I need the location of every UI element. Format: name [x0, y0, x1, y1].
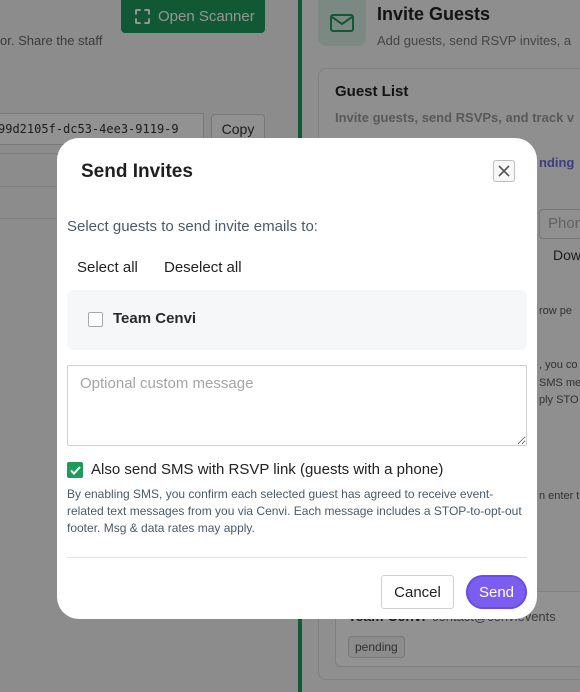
deselect-all-button[interactable]: Deselect all	[164, 259, 242, 276]
cancel-button[interactable]: Cancel	[381, 575, 454, 609]
send-button[interactable]: Send	[466, 575, 527, 609]
guest-option-label[interactable]: Team Cenvi	[113, 310, 196, 327]
custom-message-input[interactable]	[67, 365, 527, 446]
dialog-title: Send Invites	[81, 161, 193, 182]
sms-checkbox-label[interactable]: Also send SMS with RSVP link (guests wit…	[91, 461, 443, 478]
divider	[67, 557, 527, 558]
send-invites-dialog: Send Invites Select guests to send invit…	[57, 138, 537, 619]
checkmark-icon	[69, 465, 81, 475]
guest-select-list: Team Cenvi	[67, 290, 527, 350]
sms-checkbox[interactable]	[67, 462, 83, 478]
guest-checkbox[interactable]	[88, 312, 103, 327]
close-button[interactable]	[493, 160, 515, 182]
dialog-instructions: Select guests to send invite emails to:	[67, 218, 318, 235]
sms-consent-text: By enabling SMS, you confirm each select…	[67, 487, 522, 535]
close-icon	[498, 165, 510, 177]
select-all-button[interactable]: Select all	[77, 259, 138, 276]
